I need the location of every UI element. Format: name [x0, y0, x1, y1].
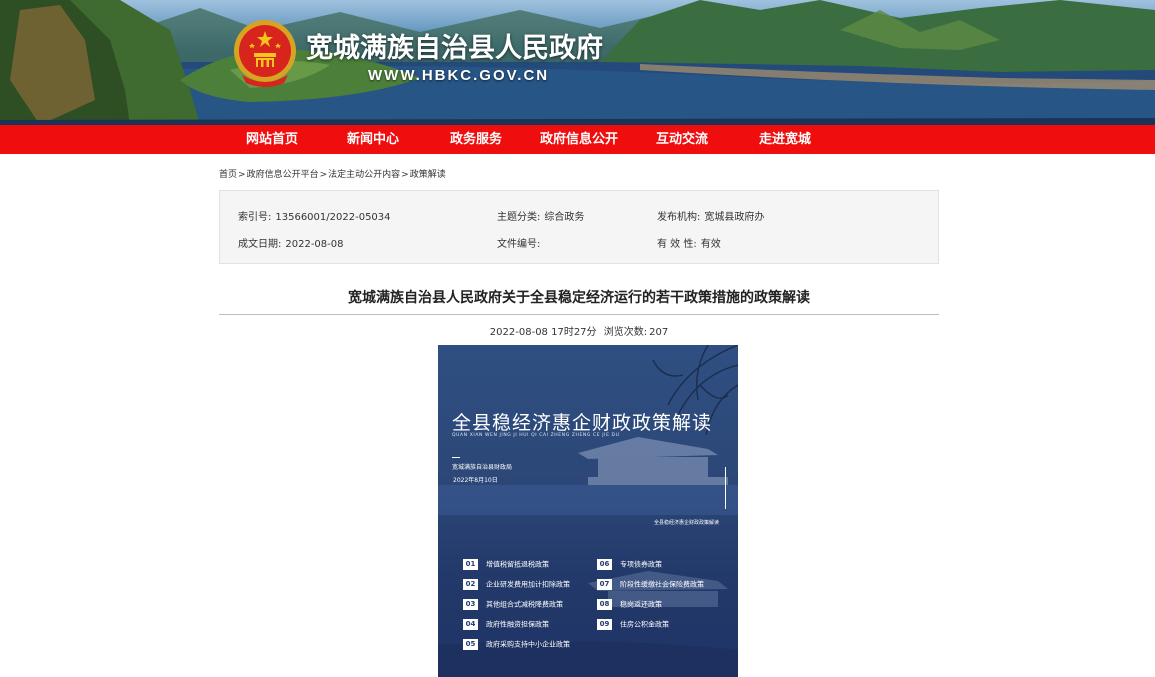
- breadcrumb-policy-interpretation[interactable]: 政策解读: [410, 170, 446, 180]
- poster-list-item: 03 其他组合式减税降费政策: [463, 599, 563, 611]
- meta-category-value: 综合政务: [544, 212, 585, 223]
- poster-list-item: 04 政府性融资担保政策: [463, 619, 549, 631]
- poster-list-item: 09 住房公积金政策: [597, 619, 669, 631]
- item-number: 08: [597, 599, 612, 610]
- poster-list-item: 01 增值税留抵退税政策: [463, 559, 549, 571]
- meta-date-label: 成文日期:: [238, 239, 282, 250]
- meta-index-no-label: 索引号:: [238, 212, 272, 223]
- article-info: 2022-08-08 17时27分 浏览次数: 207: [219, 323, 939, 338]
- breadcrumb-info-platform[interactable]: 政府信息公开平台: [247, 170, 319, 180]
- poster-list-item: 06 专项债券政策: [597, 559, 662, 571]
- poster-title: 全县稳经济惠企财政政策解读: [452, 412, 713, 434]
- nav-item-about[interactable]: 走进宽城: [759, 125, 811, 154]
- main-nav: 网站首页 新闻中心 政务服务 政府信息公开 互动交流 走进宽城: [0, 125, 1155, 154]
- item-text: 政府采购支持中小企业政策: [486, 640, 570, 649]
- breadcrumb-separator: >: [401, 170, 409, 180]
- item-number: 04: [463, 619, 478, 630]
- nav-item-home[interactable]: 网站首页: [246, 125, 298, 154]
- item-number: 02: [463, 579, 478, 590]
- poster-list-item: 08 稳岗返还政策: [597, 599, 662, 611]
- poster-list-item: 02 企业研发费用加计扣除政策: [463, 579, 570, 591]
- meta-publisher-label: 发布机构:: [657, 212, 701, 223]
- item-text: 住房公积金政策: [620, 620, 669, 629]
- site-domain: WWW.HBKC.GOV.CN: [368, 67, 550, 84]
- title-divider: [219, 314, 939, 315]
- item-number: 09: [597, 619, 612, 630]
- meta-category-label: 主题分类:: [497, 212, 541, 223]
- item-text: 稳岗返还政策: [620, 600, 662, 609]
- breadcrumb-home[interactable]: 首页: [219, 170, 237, 180]
- national-emblem-icon: [234, 20, 296, 87]
- item-number: 05: [463, 639, 478, 650]
- views-count: 207: [649, 327, 669, 338]
- item-number: 06: [597, 559, 612, 570]
- meta-publisher: 发布机构: 宽城县政府办: [657, 208, 764, 223]
- site-banner: 宽城满族自治县人民政府 WWW.HBKC.GOV.CN: [0, 0, 1155, 125]
- nav-item-interaction[interactable]: 互动交流: [656, 125, 708, 154]
- nav-item-news[interactable]: 新闻中心: [347, 125, 399, 154]
- meta-date: 成文日期: 2022-08-08: [238, 235, 344, 250]
- meta-doc-no: 文件编号:: [497, 235, 544, 250]
- poster-date: 2022年8月10日: [453, 477, 498, 484]
- breadcrumb-separator: >: [319, 170, 328, 180]
- nav-item-info-disclosure[interactable]: 政府信息公开: [540, 125, 618, 154]
- article-title: 宽城满族自治县人民政府关于全县稳定经济运行的若干政策措施的政策解读: [348, 290, 810, 306]
- policy-poster-image: 全县稳经济惠企财政政策解读 QUAN XIAN WEN JING JI HUI …: [438, 345, 738, 677]
- article-datetime: 2022-08-08 17时27分: [489, 327, 597, 338]
- item-number: 01: [463, 559, 478, 570]
- poster-list-item: 07 阶段性缓缴社会保险费政策: [597, 579, 704, 591]
- poster-dash: [452, 457, 460, 458]
- site-title: 宽城满族自治县人民政府: [306, 33, 603, 64]
- poster-caption: 全县稳经济惠企财政政策解读: [654, 520, 720, 526]
- poster-pinyin: QUAN XIAN WEN JING JI HUI QI CAI ZHENG Z…: [452, 433, 620, 438]
- meta-validity-label: 有 效 性:: [657, 239, 697, 250]
- item-text: 阶段性缓缴社会保险费政策: [620, 580, 704, 589]
- item-text: 政府性融资担保政策: [486, 620, 549, 629]
- meta-publisher-value: 宽城县政府办: [704, 212, 765, 223]
- meta-category: 主题分类: 综合政务: [497, 208, 584, 223]
- poster-vertical-line: [725, 467, 726, 509]
- document-metadata: 索引号: 13566001/2022-05034 主题分类: 综合政务 发布机构: 宽…: [219, 190, 939, 264]
- poster-org: 宽城满族自治县财政局: [452, 464, 513, 471]
- meta-doc-no-label: 文件编号:: [497, 239, 541, 250]
- meta-validity-value: 有效: [700, 239, 721, 250]
- meta-index-no: 索引号: 13566001/2022-05034: [238, 208, 391, 223]
- breadcrumb-separator: >: [238, 170, 246, 180]
- meta-validity: 有 效 性: 有效: [657, 235, 721, 250]
- meta-date-value: 2022-08-08: [285, 239, 344, 250]
- breadcrumb: 首页>政府信息公开平台>法定主动公开内容>政策解读: [219, 167, 446, 180]
- breadcrumb-statutory-content[interactable]: 法定主动公开内容: [328, 170, 400, 180]
- nav-item-services[interactable]: 政务服务: [450, 125, 502, 154]
- item-number: 07: [597, 579, 612, 590]
- item-text: 专项债券政策: [620, 560, 662, 569]
- meta-index-no-value: 13566001/2022-05034: [275, 212, 391, 223]
- poster-list-item: 05 政府采购支持中小企业政策: [463, 639, 570, 651]
- views-label: 浏览次数:: [603, 327, 648, 338]
- item-text: 其他组合式减税降费政策: [486, 600, 563, 609]
- item-number: 03: [463, 599, 478, 610]
- item-text: 企业研发费用加计扣除政策: [486, 580, 570, 589]
- item-text: 增值税留抵退税政策: [486, 560, 549, 569]
